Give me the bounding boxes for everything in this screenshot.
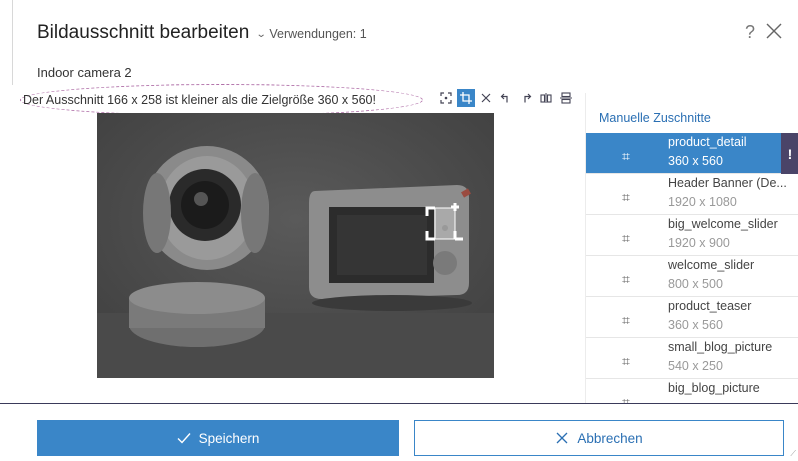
crop-item-name: product_detail <box>668 135 747 149</box>
crop-item-product-teaser[interactable]: ⌗ product_teaser 360 x 560 <box>586 297 798 338</box>
crop-item-size: 360 x 560 <box>668 318 723 332</box>
crop-item-size: 800 x 500 <box>668 277 723 291</box>
crop-item-small-blog-picture[interactable]: ⌗ small_blog_picture 540 x 250 <box>586 338 798 379</box>
crop-icon: ⌗ <box>622 189 630 205</box>
rotate-right-icon[interactable] <box>517 89 535 107</box>
crop-icon: ⌗ <box>622 394 630 403</box>
crop-size-warning: Der Ausschnitt 166 x 258 ist kleiner als… <box>23 93 376 107</box>
crop-icon: ⌗ <box>622 312 630 328</box>
crop-item-header-banner[interactable]: ⌗ Header Banner (De... 1920 x 1080 <box>586 174 798 215</box>
camera-photo <box>97 113 494 378</box>
chevron-down-icon: ⌄ <box>255 28 267 40</box>
image-name: Indoor camera 2 <box>37 65 132 80</box>
help-button[interactable]: ? <box>745 22 755 43</box>
usages-dropdown[interactable]: ⌄ Verwendungen: 1 <box>255 27 367 41</box>
crop-icon: ⌗ <box>622 271 630 287</box>
crop-item-size: 360 x 560 <box>668 154 723 168</box>
dialog-header: Bildausschnitt bearbeiten ⌄ Verwendungen… <box>0 0 786 80</box>
manual-crops-panel: Manuelle Zuschnitte ⌗ product_detail 360… <box>585 93 798 403</box>
dialog-title: Bildausschnitt bearbeiten <box>37 22 250 43</box>
crop-toolbar <box>437 89 575 109</box>
crop-list: ⌗ product_detail 360 x 560 ! ⌗ Header Ba… <box>586 133 798 403</box>
crop-image[interactable] <box>97 113 494 378</box>
crop-icon: ⌗ <box>622 230 630 246</box>
crop-icon[interactable] <box>457 89 475 107</box>
crop-icon: ⌗ <box>622 353 630 369</box>
crop-item-name: Header Banner (De... <box>668 176 787 190</box>
close-icon[interactable] <box>764 21 784 41</box>
save-button[interactable]: Speichern <box>37 420 399 456</box>
crop-item-big-blog-picture[interactable]: ⌗ big_blog_picture <box>586 379 798 403</box>
cancel-label: Abbrechen <box>577 430 643 446</box>
rotate-left-icon[interactable] <box>497 89 515 107</box>
focus-crop-icon[interactable] <box>437 89 455 107</box>
save-label: Speichern <box>198 430 260 446</box>
warning-badge: ! <box>781 133 798 174</box>
crop-item-name: small_blog_picture <box>668 340 773 354</box>
check-icon <box>177 433 191 444</box>
crop-icon: ⌗ <box>622 148 630 164</box>
crop-item-product-detail[interactable]: ⌗ product_detail 360 x 560 ! <box>586 133 798 174</box>
close-icon[interactable] <box>477 89 495 107</box>
usages-label: Verwendungen: 1 <box>269 27 367 41</box>
crop-item-name: welcome_slider <box>668 258 755 272</box>
cancel-button[interactable]: Abbrechen <box>414 420 784 456</box>
crop-item-name: big_blog_picture <box>668 381 760 395</box>
flip-vertical-icon[interactable] <box>557 89 575 107</box>
crop-item-big-welcome-slider[interactable]: ⌗ big_welcome_slider 1920 x 900 <box>586 215 798 256</box>
crop-item-size: 540 x 250 <box>668 359 723 373</box>
flip-horizontal-icon[interactable] <box>537 89 555 107</box>
close-icon <box>556 432 568 444</box>
crop-item-size: 1920 x 1080 <box>668 195 737 209</box>
resize-handle-icon[interactable]: ⟋ <box>790 449 796 459</box>
crop-item-welcome-slider[interactable]: ⌗ welcome_slider 800 x 500 <box>586 256 798 297</box>
crop-item-name: product_teaser <box>668 299 752 313</box>
crop-item-name: big_welcome_slider <box>668 217 778 231</box>
crop-item-size: 1920 x 900 <box>668 236 730 250</box>
dialog-footer: Speichern Abbrechen ⟋ <box>0 403 798 461</box>
sidebar-title: Manuelle Zuschnitte <box>599 111 711 125</box>
